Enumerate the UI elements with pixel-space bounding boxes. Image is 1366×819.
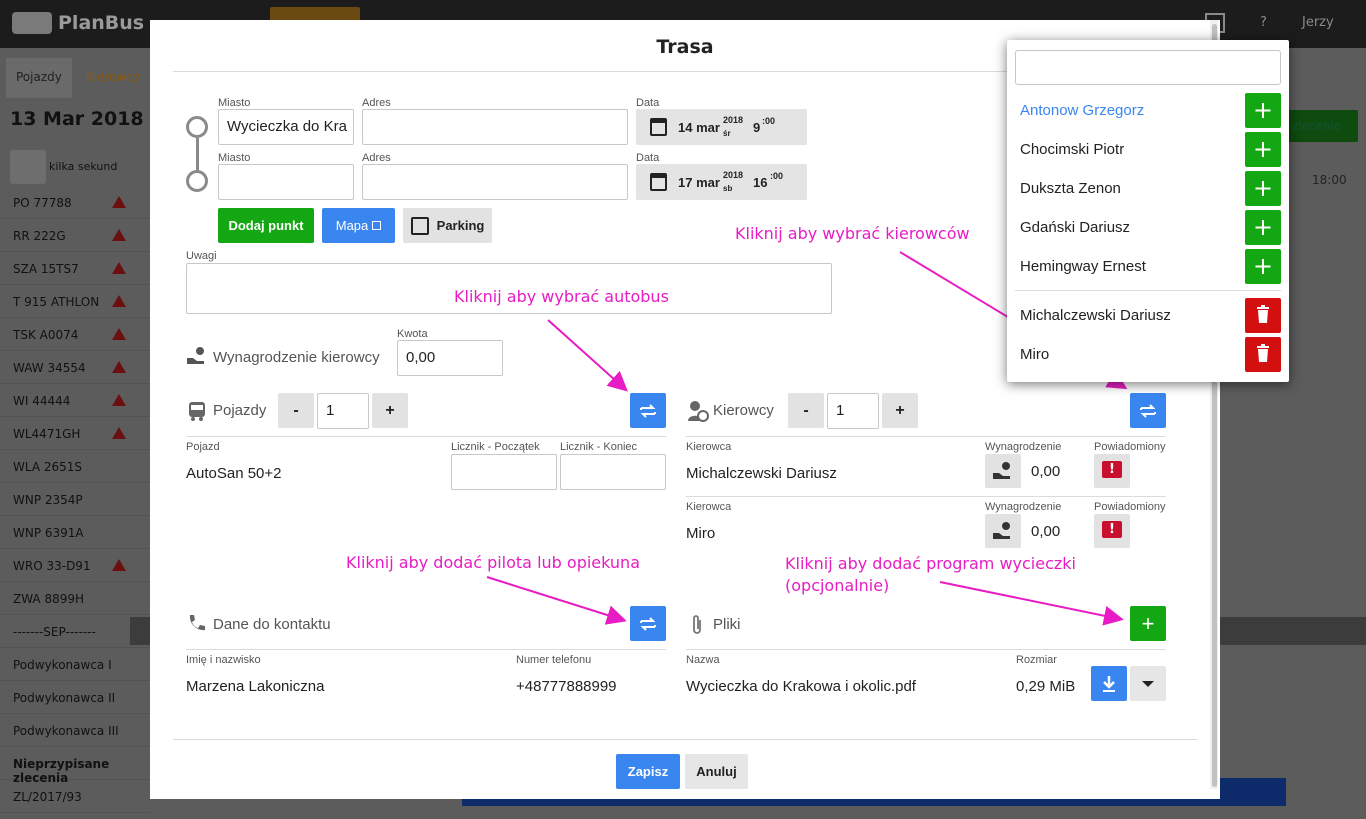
remove-driver-button[interactable] (1245, 298, 1281, 333)
plus-icon (1255, 220, 1271, 235)
trash-icon (1257, 344, 1269, 362)
plus-icon (1255, 259, 1271, 274)
driver-select-dropdown: Antonow Grzegorz Chocimski Piotr Dukszta Z… (1007, 40, 1289, 382)
trash-icon (1257, 305, 1269, 323)
add-driver-button[interactable] (1245, 210, 1281, 245)
available-driver-label[interactable]: Gdański Dariusz (1020, 219, 1130, 236)
plus-icon (1255, 181, 1271, 196)
arrow-to-vehicle-button (547, 319, 628, 392)
available-driver-label[interactable]: Hemingway Ernest (1020, 258, 1146, 275)
available-driver-label[interactable]: Antonow Grzegorz (1020, 102, 1144, 119)
add-driver-button[interactable] (1245, 93, 1281, 128)
add-driver-button[interactable] (1245, 171, 1281, 206)
available-driver-label[interactable]: Dukszta Zenon (1020, 180, 1121, 197)
plus-icon (1255, 142, 1271, 157)
add-driver-button[interactable] (1245, 249, 1281, 284)
selected-driver-label[interactable]: Miro (1020, 346, 1049, 363)
driver-search-input[interactable] (1015, 50, 1281, 85)
plus-icon (1255, 103, 1271, 118)
arrow-to-contact-button (486, 576, 627, 625)
arrow-to-files-button (939, 581, 1124, 626)
remove-driver-button[interactable] (1245, 337, 1281, 372)
add-driver-button[interactable] (1245, 132, 1281, 167)
available-driver-label[interactable]: Chocimski Piotr (1020, 141, 1124, 158)
selected-driver-label[interactable]: Michalczewski Dariusz (1020, 307, 1171, 324)
dropdown-divider (1015, 290, 1281, 291)
